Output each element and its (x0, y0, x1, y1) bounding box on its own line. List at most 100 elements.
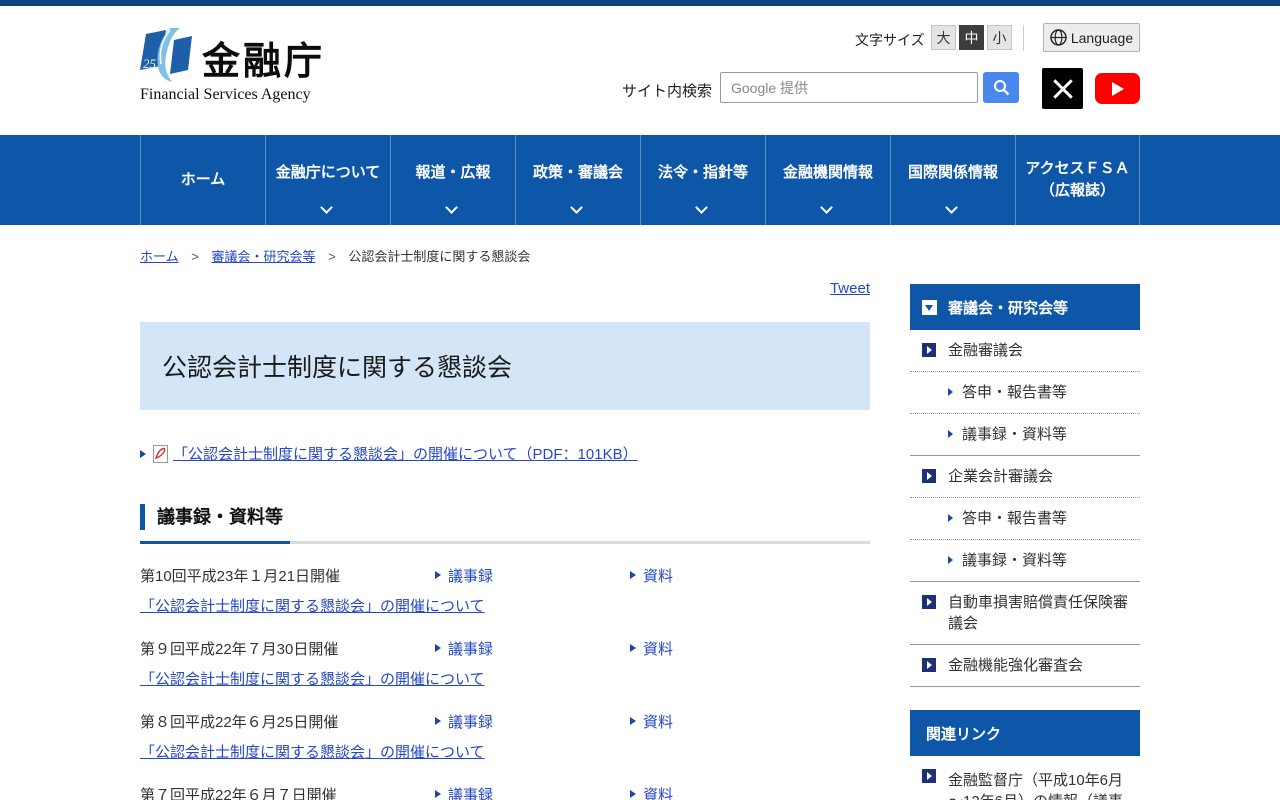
sidebar-item-reports[interactable]: 答申・報告書等 (910, 498, 1140, 540)
sidebar-item-minutes[interactable]: 議事録・資料等 (910, 414, 1140, 456)
triangle-right-box-icon (922, 343, 936, 357)
materials-link[interactable]: 資料 (643, 565, 673, 586)
sidebar-item-label: 金融機能強化審査会 (948, 657, 1083, 674)
breadcrumb-councils-link[interactable]: 審議会・研究会等 (211, 249, 315, 264)
nav-item-about[interactable]: 金融庁について (265, 135, 390, 225)
language-button[interactable]: Language (1043, 23, 1140, 52)
arrow-right-icon (630, 790, 636, 798)
chevron-down-icon (570, 201, 583, 214)
x-icon (1052, 78, 1074, 100)
minutes-link[interactable]: 議事録 (448, 638, 493, 659)
arrow-right-icon (948, 430, 953, 438)
sidebar-item-accounting-council[interactable]: 企業会計審議会 (910, 456, 1140, 498)
meeting-notice-link[interactable]: 「公認会計士制度に関する懇談会」の開催について (140, 671, 485, 688)
svg-text:25: 25 (143, 56, 157, 71)
nav-item-press[interactable]: 報道・広報 (390, 135, 515, 225)
materials-link[interactable]: 資料 (643, 638, 673, 659)
materials-link[interactable]: 資料 (643, 711, 673, 732)
search-icon (993, 79, 1010, 96)
nav-item-label: 国際関係情報 (908, 162, 998, 185)
x-social-button[interactable] (1042, 68, 1083, 109)
minutes-cell: 議事録 (435, 784, 630, 800)
sidebar-item-label: 金融監督庁（平成10年6月～12年6月）の情報（議事要旨等） (948, 772, 1123, 800)
chevron-down-icon (945, 201, 958, 214)
site-title: 金融庁 (202, 30, 325, 85)
meeting-row: 第９回平成22年７月30日開催 議事録 資料 (140, 635, 870, 661)
minutes-cell: 議事録 (435, 638, 630, 659)
arrow-right-icon (948, 556, 953, 564)
materials-link[interactable]: 資料 (643, 784, 673, 800)
chevron-down-icon (695, 201, 708, 214)
minutes-link[interactable]: 議事録 (448, 711, 493, 732)
font-size-large-button[interactable]: 大 (931, 25, 956, 50)
nav-item-international[interactable]: 国際関係情報 (890, 135, 1015, 225)
section-title: 議事録・資料等 (140, 504, 870, 530)
sidebar-item-label: 議事録・資料等 (962, 552, 1067, 569)
breadcrumb-home-link[interactable]: ホーム (140, 249, 179, 264)
meeting-notice-link[interactable]: 「公認会計士制度に関する懇談会」の開催について (140, 744, 485, 761)
sidebar-item-reports[interactable]: 答申・報告書等 (910, 372, 1140, 414)
nav-item-home[interactable]: ホーム (140, 135, 265, 225)
arrow-right-icon (435, 571, 441, 579)
nav-item-label: 法令・指針等 (658, 162, 748, 185)
fsa-logo-icon: 25 (140, 26, 196, 84)
materials-cell: 資料 (630, 711, 825, 732)
font-size-label: 文字サイズ (855, 30, 925, 50)
sidebar: 審議会・研究会等 金融審議会 答申・報告書等 議事録・資料等 企業会計審議会 答… (910, 284, 1140, 800)
sidebar-header-councils[interactable]: 審議会・研究会等 (910, 284, 1140, 330)
nav-item-label: アクセスＦＳＡ (1025, 158, 1129, 181)
nav-item-financial-institutions[interactable]: 金融機関情報 (765, 135, 890, 225)
sidebar-item-label: 答申・報告書等 (962, 510, 1067, 527)
sidebar-item-label: 答申・報告書等 (962, 384, 1067, 401)
site-search-input[interactable] (720, 72, 978, 103)
sidebar-item-label: 議事録・資料等 (962, 426, 1067, 443)
nav-item-label: ホーム (181, 169, 226, 192)
sidebar-item-fsa-supervisory-agency[interactable]: 金融監督庁（平成10年6月～12年6月）の情報（議事要旨等） (910, 756, 1140, 800)
materials-cell: 資料 (630, 638, 825, 659)
tweet-link[interactable]: Tweet (830, 280, 870, 297)
font-size-small-button[interactable]: 小 (987, 25, 1012, 50)
meeting-row: 第８回平成22年６月25日開催 議事録 資料 (140, 708, 870, 734)
arrow-right-icon (435, 644, 441, 652)
triangle-right-box-icon (922, 595, 936, 609)
site-header: 25 金融庁 Financial Services Agency 文字サイズ 大… (0, 6, 1280, 135)
meeting-date: 第10回平成23年１月21日開催 (140, 565, 435, 586)
sidebar-item-minutes[interactable]: 議事録・資料等 (910, 540, 1140, 582)
minutes-cell: 議事録 (435, 565, 630, 586)
chevron-down-icon (320, 201, 333, 214)
sidebar-related-links-header: 関連リンク (910, 710, 1140, 756)
site-subtitle: Financial Services Agency (140, 86, 311, 104)
meeting-notice: 「公認会計士制度に関する懇談会」の開催について (140, 668, 870, 689)
pdf-link-row: 「公認会計士制度に関する懇談会」の開催について（PDF：101KB） (140, 443, 870, 464)
section-rule (140, 541, 870, 544)
font-size-medium-button[interactable]: 中 (959, 25, 984, 50)
search-button[interactable] (983, 72, 1019, 103)
meeting-notice: 「公認会計士制度に関する懇談会」の開催について (140, 741, 870, 762)
page-title-box: 公認会計士制度に関する懇談会 (140, 322, 870, 410)
site-search-label: サイト内検索 (622, 80, 712, 101)
arrow-right-icon (140, 450, 146, 458)
sidebar-item-strengthening-council[interactable]: 金融機能強化審査会 (910, 645, 1140, 687)
nav-item-access-fsa[interactable]: アクセスＦＳＡ （広報誌） (1015, 135, 1140, 225)
sidebar-item-label: 企業会計審議会 (948, 468, 1053, 485)
pdf-icon (153, 445, 168, 463)
materials-cell: 資料 (630, 784, 825, 800)
main-content: Tweet 公認会計士制度に関する懇談会 「公認会計士制度に関する懇談会」の開催… (140, 275, 870, 800)
meeting-date: 第７回平成22年６月７日開催 (140, 784, 435, 800)
minutes-link[interactable]: 議事録 (448, 784, 493, 800)
arrow-right-icon (630, 571, 636, 579)
nav-item-label: 報道・広報 (415, 162, 490, 185)
globe-icon (1050, 29, 1067, 46)
nav-item-policy-councils[interactable]: 政策・審議会 (515, 135, 640, 225)
youtube-social-button[interactable] (1095, 73, 1140, 104)
fsa-logo[interactable]: 25 金融庁 Financial Services Agency (140, 20, 410, 112)
sidebar-item-auto-insurance-council[interactable]: 自動車損害賠償責任保険審議会 (910, 582, 1140, 645)
sidebar-item-financial-council[interactable]: 金融審議会 (910, 330, 1140, 372)
minutes-link[interactable]: 議事録 (448, 565, 493, 586)
arrow-right-icon (630, 717, 636, 725)
arrow-right-icon (948, 514, 953, 522)
breadcrumb-separator: > (191, 249, 199, 264)
meeting-notice-link[interactable]: 「公認会計士制度に関する懇談会」の開催について (140, 598, 485, 615)
pdf-link[interactable]: 「公認会計士制度に関する懇談会」の開催について（PDF：101KB） (173, 443, 638, 464)
nav-item-laws[interactable]: 法令・指針等 (640, 135, 765, 225)
